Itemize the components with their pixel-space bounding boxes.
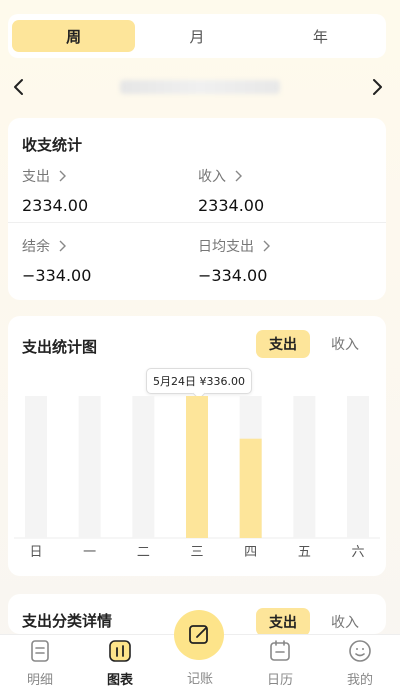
tab-profile[interactable]: 我的 <box>320 635 400 700</box>
chevron-right-icon <box>235 170 242 182</box>
stat-income[interactable]: 收入 2334.00 <box>198 166 264 215</box>
tab-label: 图表 <box>106 673 133 688</box>
x-tick-label: 四 <box>244 545 257 560</box>
tab-month[interactable]: 月 <box>135 20 258 52</box>
stat-label: 支出 <box>22 169 50 185</box>
expense-chart-card: 支出统计图 支出 收入 5月24日 ¥336.00 日一二三四五六 <box>8 316 386 576</box>
tab-charts[interactable]: 图表 <box>80 635 160 700</box>
income-expense-card: 收支统计 支出 2334.00 收入 2334.00 结余 −334.00 日均… <box>8 118 386 300</box>
bar-track <box>293 396 316 538</box>
x-tick-label: 三 <box>190 545 203 560</box>
toggle-income[interactable]: 收入 <box>318 608 372 634</box>
bar-track <box>25 396 47 538</box>
stat-balance[interactable]: 结余 −334.00 <box>22 236 91 285</box>
bar-track <box>347 396 369 538</box>
record-button[interactable] <box>174 610 224 660</box>
list-doc-icon <box>31 640 49 662</box>
chevron-right-icon <box>263 240 270 252</box>
stat-label: 日均支出 <box>198 239 254 255</box>
tab-year[interactable]: 年 <box>259 20 382 52</box>
date-range-redacted <box>120 80 280 94</box>
tab-week[interactable]: 周 <box>12 20 136 52</box>
chevron-right-icon <box>59 240 66 252</box>
date-navigation <box>0 72 400 102</box>
x-tick-label: 六 <box>351 545 364 560</box>
x-tick-label: 二 <box>137 545 150 560</box>
x-tick-label: 一 <box>83 545 96 560</box>
chart-title: 支出统计图 <box>22 338 98 356</box>
bar[interactable] <box>186 396 208 538</box>
smiley-icon <box>349 640 371 662</box>
stat-value: 2334.00 <box>198 196 265 215</box>
stat-value: 2334.00 <box>22 196 89 215</box>
stat-daily-expense[interactable]: 日均支出 −334.00 <box>198 236 272 285</box>
tab-label: 明细 <box>26 673 53 688</box>
card-title: 收支统计 <box>22 136 83 154</box>
bar-chart-icon <box>109 640 131 662</box>
x-tick-label: 五 <box>298 545 311 560</box>
toggle-income[interactable]: 收入 <box>318 330 372 358</box>
bar[interactable] <box>239 438 262 538</box>
chevron-right-icon[interactable] <box>368 78 386 96</box>
calendar-icon <box>270 640 290 661</box>
divider <box>8 222 386 223</box>
tab-calendar[interactable]: 日历 <box>240 635 320 700</box>
edit-icon <box>189 625 208 644</box>
bar-track <box>132 396 155 538</box>
bar-track <box>78 396 101 538</box>
stat-value: −334.00 <box>198 266 268 285</box>
stat-label: 结余 <box>22 239 50 255</box>
bar-chart: 日一二三四五六 <box>14 396 380 560</box>
card-title: 支出分类详情 <box>22 612 113 630</box>
tab-label: 日历 <box>266 673 293 688</box>
toggle-expense[interactable]: 支出 <box>256 608 310 634</box>
x-tick-label: 日 <box>29 545 42 560</box>
tab-details[interactable]: 明细 <box>0 635 80 700</box>
stat-value: −334.00 <box>22 266 92 285</box>
chevron-right-icon <box>59 170 66 182</box>
stat-label: 收入 <box>198 169 226 185</box>
tab-label: 我的 <box>346 673 373 688</box>
period-tabs: 周 月 年 <box>8 14 386 58</box>
chevron-left-icon[interactable] <box>10 78 28 96</box>
stat-expense[interactable]: 支出 2334.00 <box>22 166 88 215</box>
toggle-expense[interactable]: 支出 <box>256 330 310 358</box>
